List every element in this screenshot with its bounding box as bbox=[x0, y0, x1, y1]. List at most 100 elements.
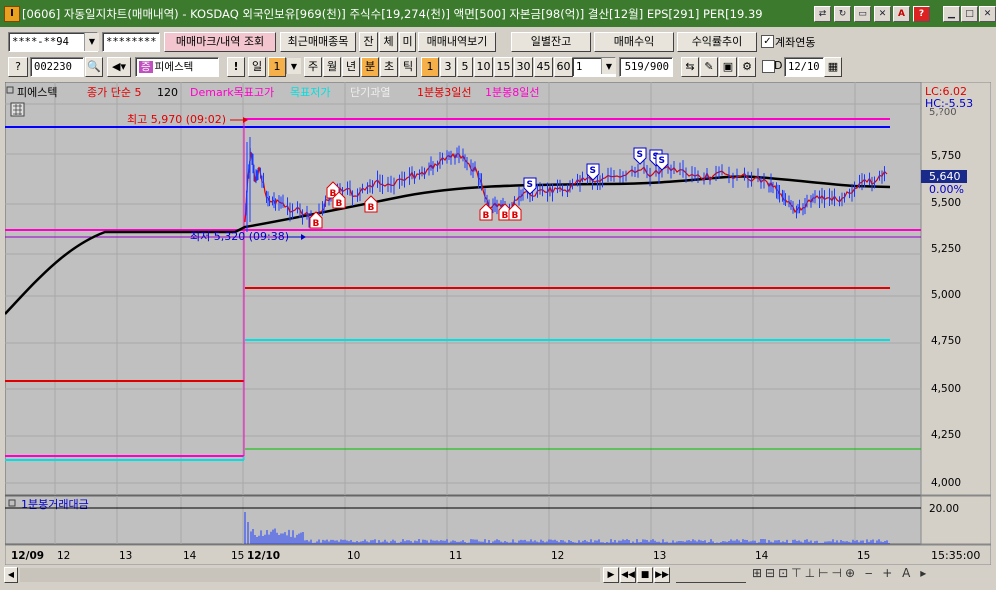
x-tick-label: 13 bbox=[653, 550, 666, 562]
minute-45-button[interactable]: 45 bbox=[534, 57, 553, 77]
minute-3-button[interactable]: 3 bbox=[440, 57, 456, 77]
period-3-button[interactable]: 분 bbox=[361, 57, 379, 77]
search-icon[interactable]: 🔍 bbox=[85, 57, 103, 77]
x-tick-label: 12 bbox=[57, 550, 70, 562]
trade-profit-button[interactable]: 매매수익 bbox=[594, 32, 674, 52]
chevron-down-icon[interactable]: ▼ bbox=[286, 58, 301, 74]
refresh-icon[interactable]: ↻ bbox=[834, 6, 851, 22]
rewind-icon[interactable]: ◀◀ bbox=[620, 567, 636, 583]
low-annotation: 최저 5,320 (09:38) bbox=[190, 230, 289, 243]
minimize-icon[interactable]: ▁ bbox=[943, 6, 960, 22]
legend-name: 피에스텍 bbox=[17, 86, 57, 99]
save-icon[interactable]: ▣ bbox=[719, 57, 737, 77]
fast-forward-icon[interactable]: ▶▶ bbox=[654, 567, 670, 583]
x-tick-label: 10 bbox=[347, 550, 360, 562]
stock-name-text: 피에스텍 bbox=[154, 61, 194, 73]
period-0-button[interactable]: 주 bbox=[304, 57, 322, 77]
minute-10-button[interactable]: 10 bbox=[474, 57, 493, 77]
volume-axis-label: 20.00 bbox=[929, 503, 959, 515]
x-tick-label: 14 bbox=[183, 550, 197, 562]
x-tick-label: 12/10 bbox=[247, 550, 280, 562]
stock-code-input[interactable]: 002230 bbox=[30, 57, 84, 77]
app-icon: I bbox=[4, 6, 20, 22]
x-tick-label: 13 bbox=[119, 550, 132, 562]
x-tick-label: 11 bbox=[449, 550, 462, 562]
y-tick-label: 4,000 bbox=[931, 477, 961, 489]
minute-15-button[interactable]: 15 bbox=[494, 57, 513, 77]
chart-area[interactable]: 최고 5,970 (09:02) 최저 5,320 (09:38) BBB BB B… bbox=[5, 82, 991, 565]
y-tick-label: 5,500 bbox=[931, 197, 961, 209]
legend-ma8: 1분봉8일선 bbox=[485, 85, 539, 99]
recent-stocks-button[interactable]: 최근매매종목 bbox=[280, 32, 356, 52]
legend-short: 단기과열 bbox=[350, 86, 390, 99]
x-tick-label: 12 bbox=[551, 550, 564, 562]
y-tick-label: 5,750 bbox=[931, 150, 961, 162]
y-tick-label: 4,500 bbox=[931, 383, 961, 395]
minute-5-button[interactable]: 5 bbox=[457, 57, 473, 77]
help-icon[interactable]: ? bbox=[913, 6, 930, 22]
x-tick-label: 12/09 bbox=[11, 550, 44, 562]
chevron-down-icon[interactable]: ▼ bbox=[84, 33, 99, 51]
period-4-button[interactable]: 초 bbox=[380, 57, 398, 77]
time-label: 15:35:00 bbox=[931, 549, 980, 562]
date-input[interactable]: 12/10 bbox=[784, 57, 824, 77]
lookup-icon[interactable]: ? bbox=[8, 57, 28, 77]
speaker-icon[interactable]: ◀▾ bbox=[107, 57, 131, 77]
calendar-icon[interactable]: ▦ bbox=[824, 57, 842, 77]
y-tick-label: 4,750 bbox=[931, 335, 961, 347]
legend-ma-n: 120 bbox=[157, 86, 178, 99]
password-field[interactable]: ******** bbox=[102, 32, 160, 52]
minute-1-button[interactable]: 1 bbox=[421, 57, 439, 77]
maximize-icon[interactable]: □ bbox=[961, 6, 978, 22]
minute-30-button[interactable]: 30 bbox=[514, 57, 533, 77]
account-link-checkbox[interactable]: ✓ bbox=[761, 35, 774, 48]
current-pct: 0.00% bbox=[929, 183, 964, 196]
window-title: [0606] 자동일지차트(매매내역) - KOSDAQ 외국인보유[969(천… bbox=[22, 7, 763, 21]
settings-icon[interactable]: ⚙ bbox=[738, 57, 756, 77]
sell-marker-label: S bbox=[590, 166, 596, 176]
x-tick-label: 15 bbox=[231, 550, 244, 562]
minute-60-button[interactable]: 60 bbox=[554, 57, 573, 77]
alert-button[interactable]: ! bbox=[227, 57, 245, 77]
y-tick-label: 4,250 bbox=[931, 429, 961, 441]
legend-demark: Demark목표고가 bbox=[190, 86, 274, 99]
daily-balance-button[interactable]: 일별잔고 bbox=[511, 32, 591, 52]
horizontal-scrollbar[interactable] bbox=[20, 568, 600, 582]
period-1-button[interactable]: 월 bbox=[323, 57, 341, 77]
pin-icon[interactable]: ✕ bbox=[874, 6, 891, 22]
tab-executed[interactable]: 체 bbox=[379, 32, 398, 52]
close-icon[interactable]: ✕ bbox=[979, 6, 996, 22]
zoom-slider[interactable] bbox=[676, 568, 746, 583]
font-icon[interactable]: A bbox=[893, 6, 910, 22]
stop-icon[interactable]: ■ bbox=[637, 567, 653, 583]
high-annotation: 최고 5,970 (09:02) bbox=[127, 113, 226, 126]
volume-title: 1분봉거래대금 bbox=[21, 498, 89, 511]
play-icon[interactable]: ▶ bbox=[603, 567, 619, 583]
period-day-button[interactable]: 일 bbox=[248, 57, 266, 77]
tab-unfilled[interactable]: 미 bbox=[399, 32, 416, 52]
scroll-left-icon[interactable]: ◀ bbox=[4, 567, 18, 583]
buy-marker-label: B bbox=[502, 211, 509, 221]
tab-balance[interactable]: 잔 bbox=[359, 32, 378, 52]
legend-target: 목표저가 bbox=[290, 86, 330, 99]
legend-ma3: 1분봉3일선 bbox=[417, 85, 471, 99]
link-icon[interactable]: ⇄ bbox=[814, 6, 831, 22]
chevron-down-icon[interactable]: ▼ bbox=[601, 58, 616, 74]
bar-count-field[interactable]: 519/900 bbox=[619, 57, 673, 77]
mark-query-button[interactable]: 매매마크/내역 조회 bbox=[164, 32, 276, 52]
legend: 피에스텍 종가 단순 5 120 Demark목표고가 목표저가 단기과열 1분… bbox=[6, 85, 539, 99]
buy-marker-label: B bbox=[483, 211, 490, 221]
window-icon[interactable]: ▭ bbox=[854, 6, 871, 22]
period-2-button[interactable]: 년 bbox=[342, 57, 360, 77]
y-tick-label: 5,250 bbox=[931, 243, 961, 255]
buy-marker-label: B bbox=[313, 219, 320, 229]
arrows-icon[interactable]: ⇆ bbox=[681, 57, 699, 77]
period-5-button[interactable]: 틱 bbox=[399, 57, 417, 77]
toolbar-account: ****-**94 ▼ ******** 매매마크/내역 조회 최근매매종목 잔… bbox=[0, 30, 996, 54]
period-value[interactable]: 1 bbox=[268, 57, 286, 77]
yield-trend-button[interactable]: 수익률추이 bbox=[677, 32, 757, 52]
tool-icons[interactable]: ⊞⊟⊡⊤⊥⊢⊣⊕ ‒ + A ▸ bbox=[752, 566, 929, 580]
y-tick-label: 5,000 bbox=[931, 289, 961, 301]
view-history-button[interactable]: 매매내역보기 bbox=[418, 32, 496, 52]
chart-tool-icon[interactable]: ✎ bbox=[700, 57, 718, 77]
